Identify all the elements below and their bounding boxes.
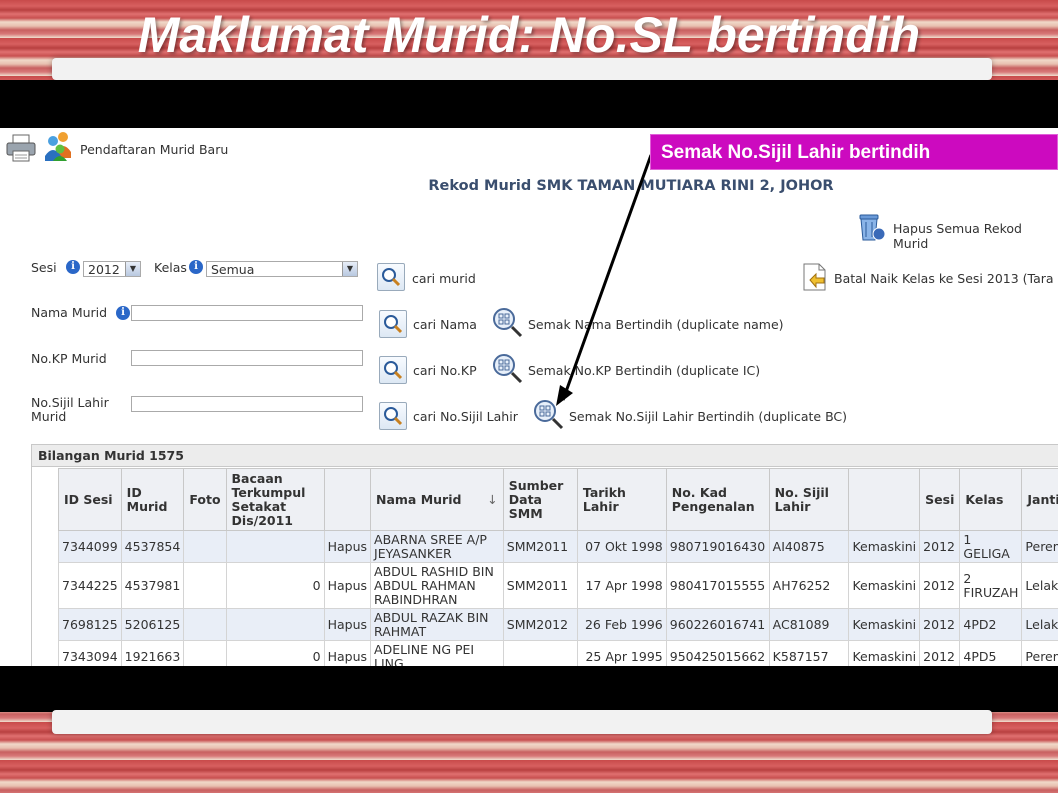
- annotation-arrow: [556, 154, 653, 406]
- annotation-callout: Semak No.Sijil Lahir bertindih: [650, 134, 1058, 170]
